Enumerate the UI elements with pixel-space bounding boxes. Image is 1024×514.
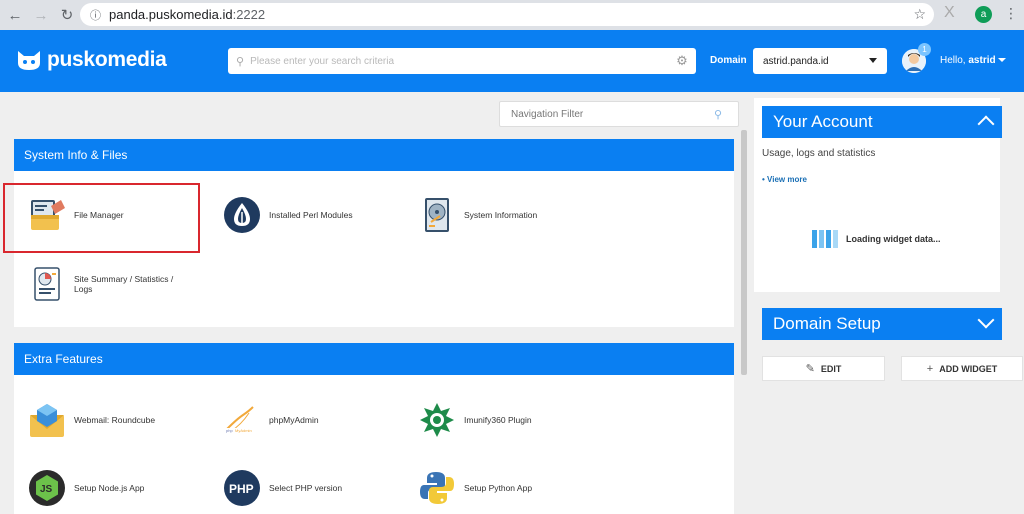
user-greeting[interactable]: Hello, astrid — [940, 55, 996, 66]
menu-item-phpmyadmin[interactable]: php MyAdmin phpMyAdmin — [223, 401, 379, 439]
domain-select-value: astrid.panda.id — [763, 55, 829, 67]
search-icon: ⚲ — [714, 108, 723, 121]
search-box[interactable]: ⚲ ⚙ — [228, 48, 696, 74]
url-host: panda.puskomedia.id — [109, 7, 233, 22]
pencil-icon: ✎ — [805, 363, 815, 375]
menu-item-select-php-version[interactable]: PHP Select PHP version — [223, 469, 379, 507]
app-header: puskomedia ⚲ ⚙ Domain astrid.panda.id 1 … — [0, 30, 1024, 92]
menu-item-label: Setup Python App — [464, 483, 533, 493]
svg-text:MyAdmin: MyAdmin — [235, 428, 252, 433]
loading-bars-icon — [812, 230, 840, 248]
menu-item-webmail-roundcube[interactable]: Webmail: Roundcube — [28, 401, 184, 439]
widget-title: Your Account — [773, 112, 873, 131]
profile-avatar[interactable]: a — [975, 6, 992, 23]
menu-item-label: Select PHP version — [269, 483, 343, 493]
svg-text:PHP: PHP — [229, 482, 254, 496]
more-options-icon[interactable]: ⋮ — [1004, 5, 1018, 22]
menu-item-label: System Information — [464, 210, 538, 220]
hard-drive-icon — [418, 196, 456, 234]
menu-item-label: Site Summary / Statistics / Logs — [74, 274, 174, 294]
plus-icon: + — [926, 362, 934, 375]
bookmark-star-icon[interactable]: ☆ — [913, 6, 926, 23]
menu-item-setup-nodejs-app[interactable]: JS Setup Node.js App — [28, 469, 184, 507]
menu-item-imunify360-plugin[interactable]: Imunify360 Plugin — [418, 401, 574, 439]
chevron-down-icon — [869, 58, 877, 63]
your-account-header[interactable]: Your Account — [762, 106, 1002, 138]
menu-item-label: Imunify360 Plugin — [464, 415, 532, 425]
chevron-down-icon[interactable] — [977, 311, 995, 329]
address-bar[interactable]: ⓘ panda.puskomedia.id:2222 ☆ — [80, 3, 934, 26]
chevron-up-icon[interactable] — [977, 115, 995, 133]
widget-title: Domain Setup — [773, 314, 881, 333]
domain-setup-header[interactable]: Domain Setup — [762, 308, 1002, 340]
extension-icon[interactable]: Χ — [944, 4, 955, 22]
menu-item-label: Installed Perl Modules — [269, 210, 353, 220]
cat-logo-icon — [18, 51, 40, 70]
domain-label: Domain — [710, 55, 747, 66]
info-icon[interactable]: ⓘ — [90, 7, 101, 23]
menu-item-site-summary[interactable]: Site Summary / Statistics / Logs — [28, 265, 184, 303]
view-more-link[interactable]: • View more — [762, 175, 807, 184]
add-widget-button-label: ADD WIDGET — [939, 363, 998, 374]
panel-title: System Info & Files — [14, 139, 734, 171]
menu-item-label: phpMyAdmin — [269, 415, 319, 425]
main-scrollbar[interactable] — [741, 130, 747, 375]
nodejs-icon: JS — [28, 469, 66, 507]
edit-button[interactable]: ✎ EDIT — [762, 356, 885, 381]
brand-name: puskomedia — [47, 48, 167, 71]
svg-text:php: php — [226, 428, 233, 433]
loading-indicator: Loading widget data... — [812, 230, 941, 248]
menu-item-system-information[interactable]: System Information — [418, 196, 574, 234]
forward-icon[interactable]: → — [30, 4, 52, 26]
loading-text: Loading widget data... — [846, 234, 941, 244]
search-input[interactable] — [244, 55, 668, 67]
notification-badge[interactable]: 1 — [918, 43, 931, 56]
menu-item-label: Setup Node.js App — [74, 483, 145, 493]
brand-logo[interactable]: puskomedia — [16, 48, 167, 72]
url-port: :2222 — [232, 7, 266, 22]
imunify-icon — [418, 401, 456, 439]
username: astrid — [968, 55, 996, 66]
add-widget-button[interactable]: + ADD WIDGET — [901, 356, 1023, 381]
highlight-box — [3, 183, 200, 253]
webmail-icon — [28, 401, 66, 439]
domain-select[interactable]: astrid.panda.id — [753, 48, 887, 74]
search-settings-icon[interactable]: ⚙ — [668, 53, 696, 69]
panel-title: Extra Features — [14, 343, 734, 375]
menu-item-setup-python-app[interactable]: Setup Python App — [418, 469, 574, 507]
navigation-filter[interactable]: ⚲ — [499, 101, 739, 127]
back-icon[interactable]: ← — [4, 4, 26, 26]
account-subtitle: Usage, logs and statistics — [762, 148, 876, 159]
perl-onion-icon — [223, 196, 261, 234]
svg-text:JS: JS — [40, 484, 53, 495]
navigation-filter-input[interactable] — [511, 108, 714, 120]
user-menu-chevron-icon[interactable] — [998, 58, 1006, 62]
php-icon: PHP — [223, 469, 261, 507]
python-icon — [418, 469, 456, 507]
your-account-widget: Your Account Usage, logs and statistics … — [754, 98, 1002, 292]
search-icon: ⚲ — [236, 55, 245, 68]
phpmyadmin-icon: php MyAdmin — [223, 401, 261, 439]
reload-icon[interactable]: ↻ — [56, 4, 78, 26]
edit-button-label: EDIT — [820, 363, 842, 374]
browser-toolbar: ← → ↻ ⓘ panda.puskomedia.id:2222 ☆ Χ a ⋮ — [0, 0, 1024, 30]
greeting-text: Hello, — [940, 55, 966, 66]
report-icon — [28, 265, 66, 303]
menu-item-label: Webmail: Roundcube — [74, 415, 156, 425]
menu-item-installed-perl-modules[interactable]: Installed Perl Modules — [223, 196, 379, 234]
